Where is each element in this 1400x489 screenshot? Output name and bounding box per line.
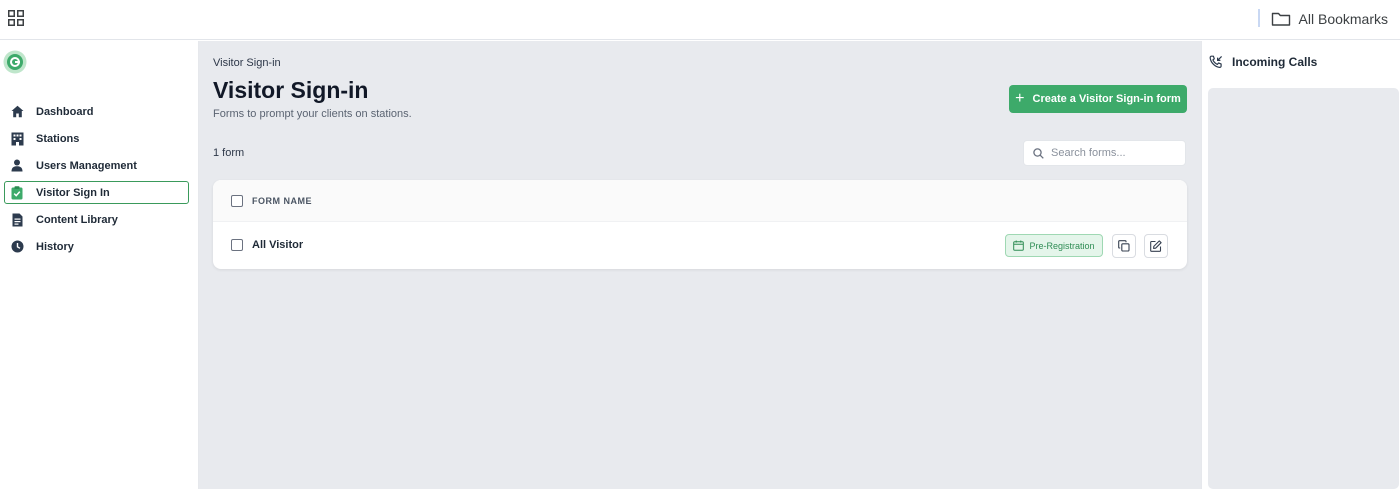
clock-icon	[10, 240, 24, 254]
incoming-calls-title: Incoming Calls	[1232, 55, 1318, 69]
search-box[interactable]	[1023, 140, 1186, 166]
sidebar-item-label: History	[36, 240, 74, 253]
calendar-icon	[1013, 240, 1025, 251]
incoming-calls-list	[1208, 88, 1399, 489]
badge-label: Pre-Registration	[1029, 240, 1095, 251]
copy-icon	[1118, 240, 1130, 252]
sidebar: Dashboard Stations Users Management Visi…	[0, 41, 199, 489]
pre-registration-badge[interactable]: Pre-Registration	[1005, 234, 1103, 257]
folder-icon	[1271, 12, 1290, 26]
create-visitor-sign-in-form-button[interactable]: + Create a Visitor Sign-in form	[1009, 85, 1187, 113]
search-input[interactable]	[1051, 147, 1171, 159]
sidebar-item-content-library[interactable]: Content Library	[4, 208, 189, 231]
form-count: 1 form	[213, 147, 245, 159]
sidebar-item-label: Content Library	[36, 213, 118, 226]
table-row[interactable]: All Visitor Pre-Registration	[213, 222, 1187, 268]
breadcrumb[interactable]: Visitor Sign-in	[213, 57, 281, 69]
create-button-label: Create a Visitor Sign-in form	[1032, 93, 1181, 105]
toolbar-divider	[1258, 9, 1260, 27]
row-checkbox[interactable]	[231, 239, 243, 251]
home-icon	[10, 105, 24, 119]
sidebar-item-label: Visitor Sign In	[36, 186, 110, 199]
sidebar-item-label: Dashboard	[36, 105, 94, 118]
incoming-calls-panel: Incoming Calls	[1201, 41, 1400, 489]
app-logo[interactable]	[3, 50, 27, 74]
sidebar-item-dashboard[interactable]: Dashboard	[4, 100, 189, 123]
edit-button[interactable]	[1144, 234, 1168, 258]
all-bookmarks-button[interactable]: All Bookmarks	[1271, 8, 1388, 30]
page-title: Visitor Sign-in	[213, 77, 369, 103]
sidebar-item-visitor-sign-in[interactable]: Visitor Sign In	[4, 181, 189, 204]
sidebar-item-users-management[interactable]: Users Management	[4, 154, 189, 177]
user-icon	[10, 159, 24, 173]
duplicate-button[interactable]	[1112, 234, 1136, 258]
page-subtitle: Forms to prompt your clients on stations…	[213, 108, 412, 120]
select-all-checkbox[interactable]	[231, 194, 243, 207]
plus-icon: +	[1015, 90, 1025, 107]
sidebar-nav: Dashboard Stations Users Management Visi…	[0, 100, 199, 262]
sidebar-item-label: Stations	[36, 132, 80, 145]
main-content: Visitor Sign-in Visitor Sign-in Forms to…	[199, 41, 1201, 489]
grid-apps-icon[interactable]	[8, 10, 24, 26]
sidebar-item-history[interactable]: History	[4, 235, 189, 258]
all-bookmarks-label: All Bookmarks	[1298, 11, 1388, 27]
form-name[interactable]: All Visitor	[252, 239, 303, 251]
search-icon	[1033, 147, 1044, 159]
phone-incoming-icon	[1209, 55, 1223, 69]
document-icon	[10, 213, 24, 227]
column-header-form-name: FORM NAME	[252, 195, 312, 206]
table-header: FORM NAME	[213, 180, 1187, 222]
incoming-calls-header: Incoming Calls	[1209, 55, 1317, 69]
sidebar-item-stations[interactable]: Stations	[4, 127, 189, 150]
clipboard-check-icon	[10, 185, 24, 200]
edit-icon	[1150, 240, 1162, 252]
browser-toolbar: All Bookmarks	[0, 0, 1400, 40]
sidebar-item-label: Users Management	[36, 159, 137, 172]
forms-table: FORM NAME All Visitor Pre-Registration	[213, 180, 1187, 269]
building-icon	[10, 132, 24, 146]
